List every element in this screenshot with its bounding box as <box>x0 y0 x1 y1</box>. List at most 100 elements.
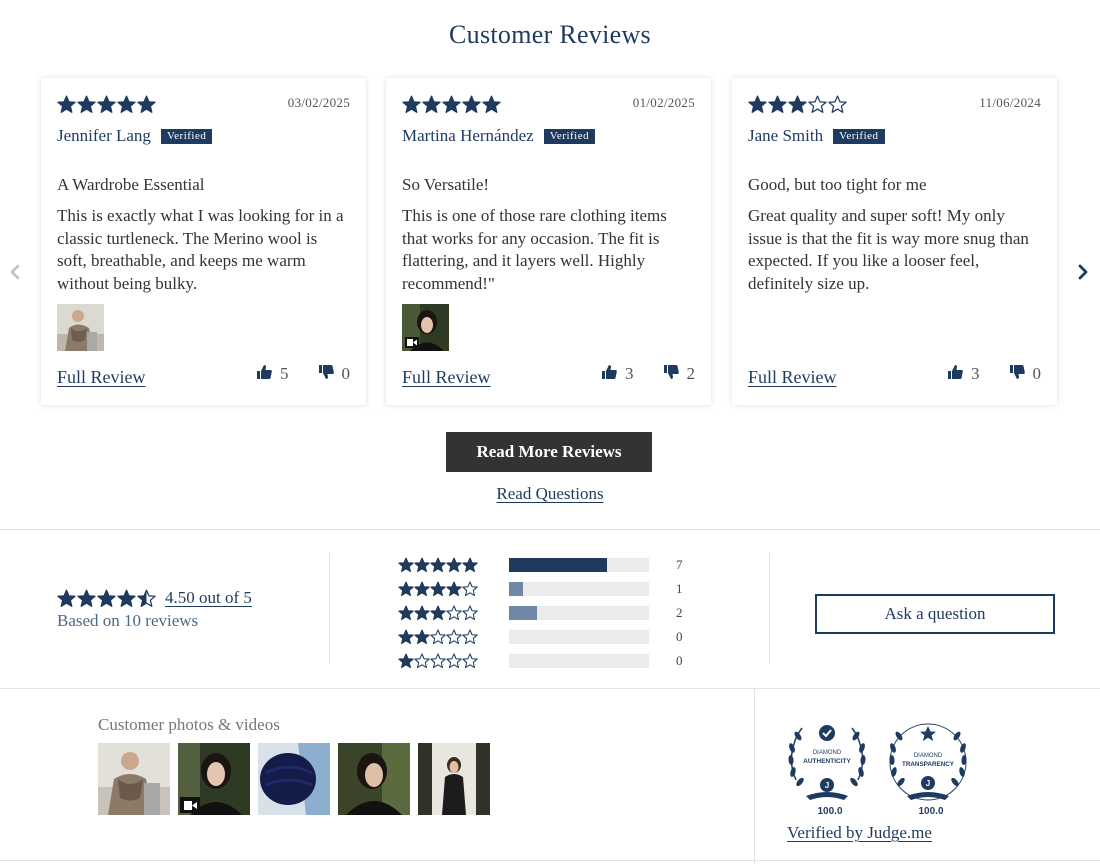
read-questions-label: Read Questions <box>496 484 604 503</box>
star-filled-icon <box>462 557 478 573</box>
histogram-bar-track <box>509 558 649 572</box>
transparency-medal[interactable]: DIAMOND TRANSPARENCY J 100.0 <box>887 718 969 817</box>
histogram-stars <box>398 581 509 597</box>
review-count-text: Based on 10 reviews <box>57 611 199 630</box>
carousel-next-button[interactable] <box>1073 262 1093 282</box>
star-filled-icon <box>422 95 441 113</box>
thumbs-down-icon <box>663 365 679 379</box>
star-filled-icon <box>77 95 96 113</box>
star-filled-icon <box>398 557 414 573</box>
star-filled-icon <box>77 589 96 607</box>
upvote-count: 5 <box>280 364 289 383</box>
star-filled-icon <box>430 605 446 621</box>
average-rating-link[interactable]: 4.50 out of 5 <box>165 588 252 608</box>
review-card: 03/02/2025 Jennifer Lang Verified A Ward… <box>41 78 366 405</box>
media-section-label: Customer photos & videos <box>98 715 280 734</box>
thumbs-down-icon <box>1009 365 1025 379</box>
thumbs-up-icon <box>602 365 617 379</box>
ask-question-button[interactable]: Ask a question <box>815 594 1055 634</box>
star-empty-icon <box>462 605 478 621</box>
star-empty-icon <box>808 95 827 113</box>
review-video-thumbnail[interactable] <box>402 304 449 351</box>
star-filled-icon <box>414 557 430 573</box>
customer-photo[interactable] <box>338 743 410 815</box>
customer-photo[interactable] <box>258 743 330 815</box>
star-filled-icon <box>57 95 76 113</box>
review-rating-stars <box>57 95 156 114</box>
thumbs-down-button[interactable] <box>318 364 334 384</box>
histogram-row-2-star[interactable]: 0 <box>398 628 683 646</box>
full-review-link[interactable]: Full Review <box>402 367 491 388</box>
review-photo-thumbnail[interactable] <box>57 304 104 351</box>
customer-photo[interactable] <box>98 743 170 815</box>
histogram-row-1-star[interactable]: 0 <box>398 652 683 670</box>
histogram-count: 0 <box>676 629 683 644</box>
thumbs-up-button[interactable] <box>257 364 272 384</box>
read-questions-link[interactable]: Read Questions <box>0 484 1100 504</box>
review-card: 01/02/2025 Martina Hernández Verified So… <box>386 78 711 405</box>
star-filled-icon <box>442 95 461 113</box>
review-title: Good, but too tight for me <box>748 175 927 194</box>
medal-line2: AUTHENTICITY <box>803 758 851 765</box>
star-filled-icon <box>446 557 462 573</box>
histogram-row-3-star[interactable]: 2 <box>398 604 683 622</box>
histogram-row-5-star[interactable]: 7 <box>398 556 683 574</box>
media-gallery <box>98 743 490 815</box>
star-filled-icon <box>57 589 76 607</box>
star-filled-icon <box>398 581 414 597</box>
thumbs-down-button[interactable] <box>1009 364 1025 384</box>
star-filled-icon <box>398 653 414 669</box>
star-empty-icon <box>430 653 446 669</box>
review-author: Jane Smith <box>748 126 824 145</box>
thumbs-up-button[interactable] <box>948 364 963 384</box>
star-filled-icon <box>414 629 430 645</box>
histogram-count: 0 <box>676 653 683 668</box>
customer-video[interactable] <box>178 743 250 815</box>
thumbs-down-button[interactable] <box>663 364 679 384</box>
verified-badge: Verified <box>833 128 885 144</box>
review-card: 11/06/2024 Jane Smith Verified Good, but… <box>732 78 1057 405</box>
histogram-bar-fill <box>509 606 537 620</box>
thumbs-up-icon <box>948 365 963 379</box>
histogram-bar-track <box>509 630 649 644</box>
carousel-prev-button[interactable] <box>5 262 25 282</box>
medal-line1: DIAMOND <box>914 753 943 759</box>
downvote-count: 2 <box>686 364 696 383</box>
svg-text:J: J <box>926 779 930 788</box>
divider <box>769 553 770 664</box>
full-review-link[interactable]: Full Review <box>748 367 837 388</box>
downvote-count: 0 <box>341 364 351 383</box>
histogram-count: 1 <box>676 581 683 596</box>
upvote-count: 3 <box>625 364 634 383</box>
authenticity-medal[interactable]: DIAMOND AUTHENTICITY J 100.0 <box>786 718 868 817</box>
star-half-icon <box>137 589 156 607</box>
star-filled-icon <box>414 605 430 621</box>
star-filled-icon <box>117 589 136 607</box>
star-filled-icon <box>768 95 787 113</box>
full-review-link[interactable]: Full Review <box>57 367 146 388</box>
medal-line2: TRANSPARENCY <box>902 761 955 768</box>
histogram-stars <box>398 653 509 669</box>
histogram-row-4-star[interactable]: 1 <box>398 580 683 598</box>
thumbs-up-button[interactable] <box>602 364 617 384</box>
svg-text:J: J <box>825 781 829 790</box>
review-title: So Versatile! <box>402 175 490 194</box>
histogram-bar-fill <box>509 582 523 596</box>
read-more-reviews-button[interactable]: Read More Reviews <box>446 432 652 472</box>
star-filled-icon <box>402 95 421 113</box>
verified-badge: Verified <box>543 128 596 144</box>
verified-by-judgeme-link[interactable]: Verified by Judge.me <box>787 823 932 843</box>
downvote-count: 0 <box>1032 364 1042 383</box>
review-rating-stars <box>748 95 847 114</box>
page-title: Customer Reviews <box>449 20 651 49</box>
divider <box>0 688 1100 689</box>
review-author: Jennifer Lang <box>57 126 151 145</box>
star-filled-icon <box>482 95 501 113</box>
histogram-count: 2 <box>676 605 683 620</box>
star-empty-icon <box>462 629 478 645</box>
star-filled-icon <box>398 605 414 621</box>
star-empty-icon <box>446 605 462 621</box>
review-date: 11/06/2024 <box>979 95 1041 110</box>
customer-photo[interactable] <box>418 743 490 815</box>
histogram-stars <box>398 605 509 621</box>
